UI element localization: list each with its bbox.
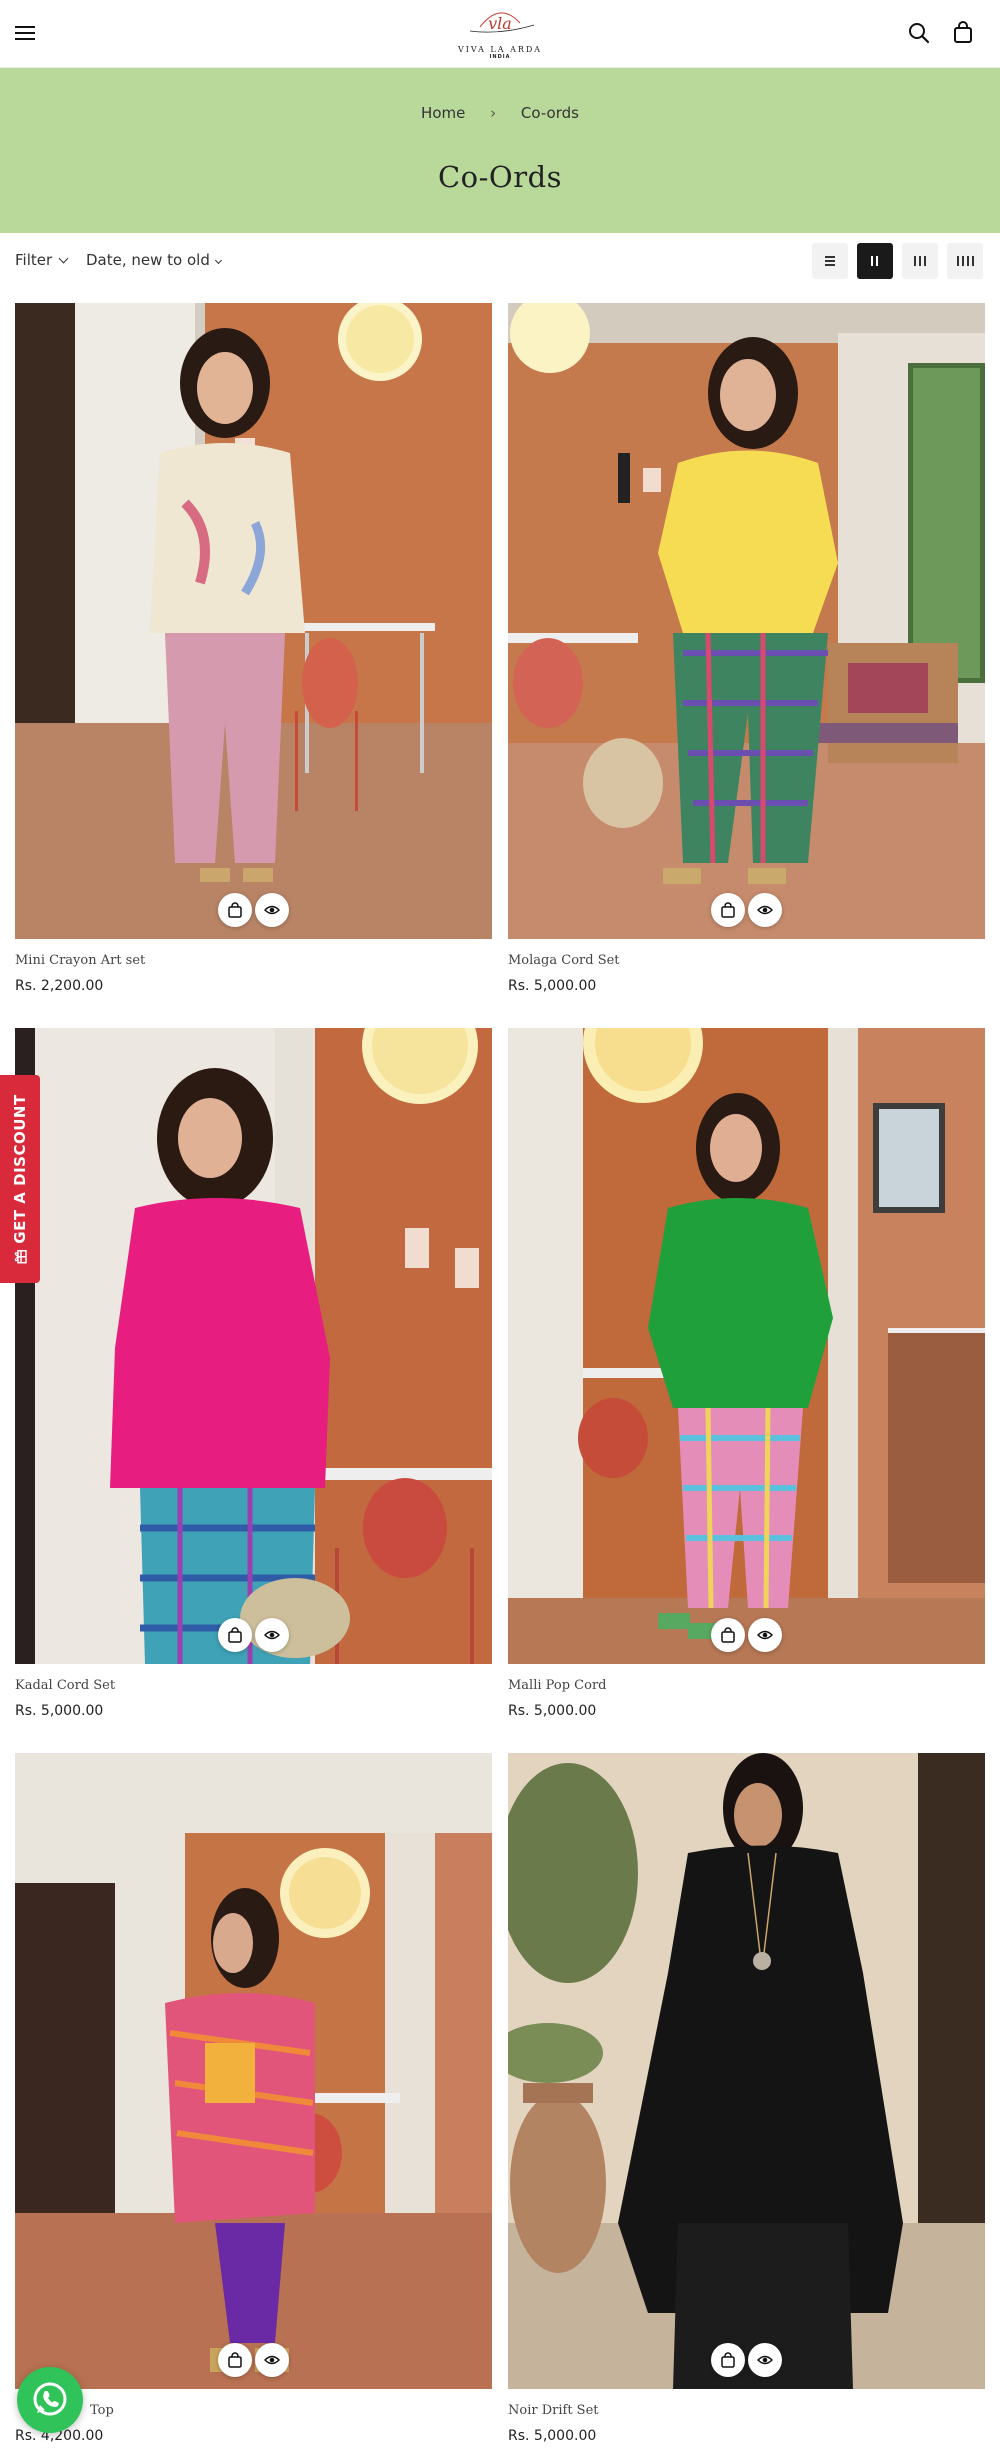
layout-3-columns-button[interactable] xyxy=(902,243,938,279)
quick-view-button[interactable] xyxy=(748,1618,782,1652)
product-image[interactable] xyxy=(508,303,985,939)
product-card[interactable]: Malli Pop Cord Rs. 5,000.00 xyxy=(508,1028,985,1728)
product-title[interactable]: Noir Drift Set xyxy=(508,2403,599,2418)
shopping-bag-icon[interactable] xyxy=(950,20,976,46)
layout-list-button[interactable] xyxy=(812,243,848,279)
site-header: vla VIVA LA ARDA INDIA xyxy=(0,0,1000,68)
product-price: Rs. 2,200.00 xyxy=(15,978,104,994)
collection-toolbar: Filter Date, new to old xyxy=(0,236,1000,286)
product-card[interactable]: Noir Drift Set Rs. 5,000.00 xyxy=(508,1753,985,2450)
whatsapp-icon xyxy=(33,2382,67,2416)
product-title[interactable]: Malli Pop Cord xyxy=(508,1678,606,1693)
quick-add-cart-button[interactable] xyxy=(218,1618,252,1652)
gift-icon xyxy=(14,1249,27,1264)
hamburger-menu-icon[interactable] xyxy=(15,24,37,42)
product-price: Rs. 5,000.00 xyxy=(15,1703,104,1719)
product-image[interactable] xyxy=(508,1753,985,2389)
breadcrumb-current: Co-ords xyxy=(520,104,579,122)
discount-label: GET A DISCOUNT xyxy=(11,1094,29,1264)
product-title[interactable]: Top xyxy=(90,2403,114,2418)
product-title[interactable]: Mini Crayon Art set xyxy=(15,953,145,968)
breadcrumb: Home › Co-ords xyxy=(0,104,1000,122)
quick-view-button[interactable] xyxy=(255,2343,289,2377)
filter-label: Filter xyxy=(15,251,53,269)
quick-add-cart-button[interactable] xyxy=(711,2343,745,2377)
page-title: Co-Ords xyxy=(437,160,563,194)
product-image[interactable] xyxy=(15,1753,492,2389)
quick-view-button[interactable] xyxy=(255,1618,289,1652)
sort-label: Date, new to old xyxy=(86,251,210,269)
site-logo[interactable]: vla VIVA LA ARDA INDIA xyxy=(440,5,560,63)
chevron-down-icon xyxy=(58,253,69,264)
product-image[interactable] xyxy=(15,1028,492,1664)
sort-dropdown[interactable]: Date, new to old xyxy=(86,251,222,269)
logo-text: VIVA LA ARDA xyxy=(457,45,543,54)
product-image[interactable] xyxy=(508,1028,985,1664)
filter-button[interactable]: Filter xyxy=(15,251,69,269)
quick-view-button[interactable] xyxy=(748,893,782,927)
logo-subtext: INDIA xyxy=(489,54,511,60)
product-price: Rs. 5,000.00 xyxy=(508,978,597,994)
search-icon[interactable] xyxy=(906,20,932,46)
quick-add-cart-button[interactable] xyxy=(218,2343,252,2377)
collection-banner xyxy=(0,68,1000,233)
breadcrumb-separator: › xyxy=(490,104,497,122)
quick-add-cart-button[interactable] xyxy=(711,1618,745,1652)
product-card[interactable]: Top Rs. 4,200.00 xyxy=(15,1753,492,2450)
get-discount-tab[interactable]: GET A DISCOUNT xyxy=(0,1075,40,1283)
product-card[interactable]: Kadal Cord Set Rs. 5,000.00 xyxy=(15,1028,492,1728)
product-title[interactable]: Molaga Cord Set xyxy=(508,953,620,968)
chevron-down-icon xyxy=(214,256,222,265)
product-title[interactable]: Kadal Cord Set xyxy=(15,1678,115,1693)
quick-add-cart-button[interactable] xyxy=(711,893,745,927)
product-card[interactable]: Molaga Cord Set Rs. 5,000.00 xyxy=(508,303,985,1003)
product-price: Rs. 5,000.00 xyxy=(508,2428,597,2444)
product-price: Rs. 5,000.00 xyxy=(508,1703,597,1719)
whatsapp-chat-button[interactable] xyxy=(17,2367,83,2433)
svg-text:vla: vla xyxy=(488,14,512,33)
product-image[interactable] xyxy=(15,303,492,939)
breadcrumb-home[interactable]: Home xyxy=(421,104,465,122)
quick-view-button[interactable] xyxy=(748,2343,782,2377)
product-card[interactable]: Mini Crayon Art set Rs. 2,200.00 xyxy=(15,303,492,1003)
logo-mark: vla xyxy=(469,12,535,33)
layout-2-columns-button[interactable] xyxy=(857,243,893,279)
quick-add-cart-button[interactable] xyxy=(218,893,252,927)
layout-4-columns-button[interactable] xyxy=(947,243,983,279)
quick-view-button[interactable] xyxy=(255,893,289,927)
